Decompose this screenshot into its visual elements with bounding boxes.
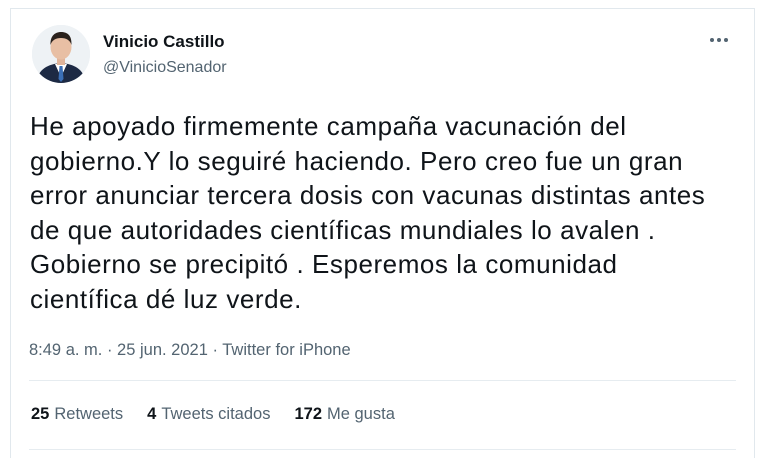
meta-separator: · [102, 341, 118, 359]
more-options-button[interactable] [706, 29, 732, 51]
tweet-metadata: 8:49 a. m. · 25 jun. 2021 · Twitter for … [29, 339, 351, 361]
meta-separator-2: · [207, 341, 223, 359]
quotes-count: 4 [147, 405, 157, 423]
likes-label: Me gusta [327, 405, 395, 423]
quotes-stat[interactable]: 4 Tweets citados [147, 403, 270, 425]
avatar[interactable] [32, 25, 90, 83]
tweet-card: Vinicio Castillo @VinicioSenador He apoy… [10, 8, 755, 458]
author-handle[interactable]: @VinicioSenador [103, 57, 227, 79]
tweet-source[interactable]: Twitter for iPhone [222, 341, 350, 359]
divider-bottom [29, 449, 736, 450]
likes-count: 172 [294, 405, 322, 423]
retweets-stat[interactable]: 25 Retweets [31, 403, 123, 425]
tweet-stats: 25 Retweets 4 Tweets citados 172 Me gusta [31, 403, 419, 425]
likes-stat[interactable]: 172 Me gusta [294, 403, 394, 425]
more-horizontal-icon [710, 38, 728, 42]
tweet-time[interactable]: 8:49 a. m. [29, 341, 102, 359]
quotes-label: Tweets citados [161, 405, 271, 423]
tweet-header: Vinicio Castillo @VinicioSenador [27, 23, 738, 87]
retweets-count: 25 [31, 405, 50, 423]
profile-photo [32, 25, 90, 83]
retweets-label: Retweets [54, 405, 124, 423]
tweet-text: He apoyado firmemente campaña vacunación… [30, 111, 706, 314]
tweet-date[interactable]: 25 jun. 2021 [117, 341, 208, 359]
author-display-name[interactable]: Vinicio Castillo [103, 31, 227, 53]
author-names: Vinicio Castillo @VinicioSenador [103, 31, 227, 79]
divider-top [29, 380, 736, 381]
